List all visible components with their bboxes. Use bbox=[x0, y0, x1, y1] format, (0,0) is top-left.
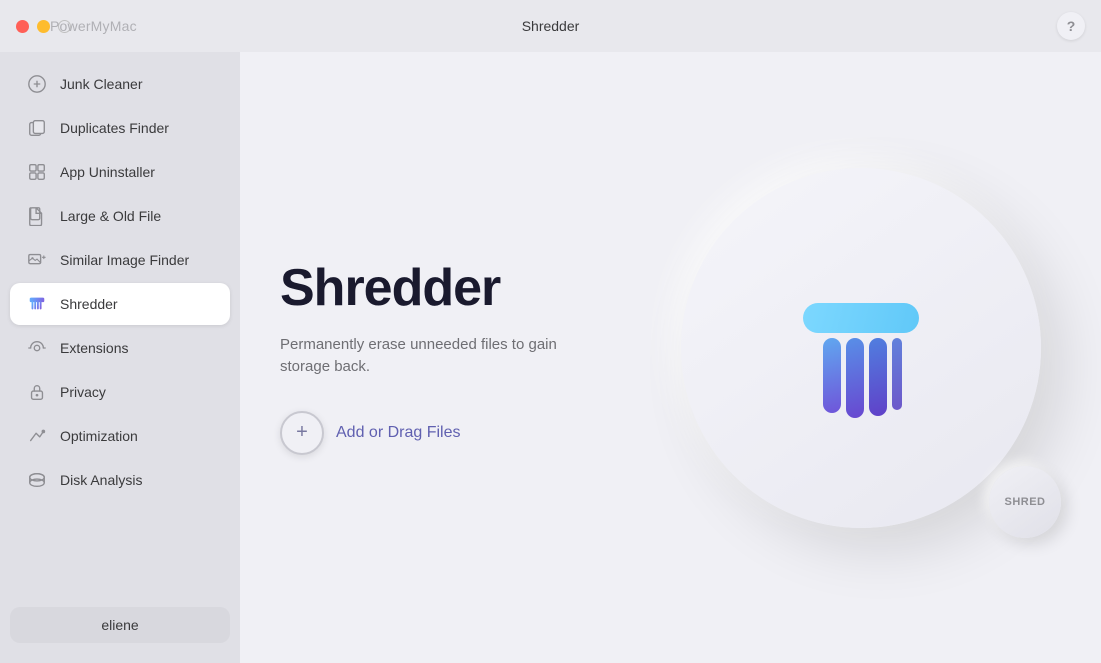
shred-button[interactable]: SHRED bbox=[989, 466, 1061, 538]
window-title: Shredder bbox=[522, 18, 580, 34]
sidebar-label-extensions: Extensions bbox=[60, 340, 128, 356]
sidebar-label-similar-image-finder: Similar Image Finder bbox=[60, 252, 189, 268]
junk-cleaner-icon bbox=[26, 73, 48, 95]
sidebar-item-similar-image-finder[interactable]: Similar Image Finder bbox=[10, 239, 230, 281]
sidebar-label-privacy: Privacy bbox=[60, 384, 106, 400]
app-name: PowerMyMac bbox=[50, 18, 137, 34]
optimization-icon bbox=[26, 425, 48, 447]
sidebar-item-disk-analysis[interactable]: Disk Analysis bbox=[10, 459, 230, 501]
sidebar-item-junk-cleaner[interactable]: Junk Cleaner bbox=[10, 63, 230, 105]
sidebar-item-privacy[interactable]: Privacy bbox=[10, 371, 230, 413]
shredder-icon bbox=[26, 293, 48, 315]
minimize-button[interactable] bbox=[37, 20, 50, 33]
sidebar: Junk Cleaner Duplicates Finder App U bbox=[0, 52, 240, 663]
feature-description: Permanently erase unneeded files to gain… bbox=[280, 334, 560, 379]
sidebar-item-large-old-file[interactable]: Large & Old File bbox=[10, 195, 230, 237]
feature-title: Shredder bbox=[280, 260, 680, 317]
sidebar-item-shredder[interactable]: Shredder bbox=[10, 283, 230, 325]
sidebar-label-shredder: Shredder bbox=[60, 296, 118, 312]
sidebar-item-duplicates-finder[interactable]: Duplicates Finder bbox=[10, 107, 230, 149]
sidebar-item-app-uninstaller[interactable]: App Uninstaller bbox=[10, 151, 230, 193]
titlebar: PowerMyMac Shredder ? bbox=[0, 0, 1101, 52]
duplicates-finder-icon bbox=[26, 117, 48, 139]
add-icon: + bbox=[280, 411, 324, 455]
app-uninstaller-icon bbox=[26, 161, 48, 183]
sidebar-label-app-uninstaller: App Uninstaller bbox=[60, 164, 155, 180]
sidebar-label-duplicates-finder: Duplicates Finder bbox=[60, 120, 169, 136]
shredder-illustration bbox=[761, 248, 961, 448]
add-files-button[interactable]: + Add or Drag Files bbox=[280, 411, 461, 455]
content-inner: Shredder Permanently erase unneeded file… bbox=[280, 168, 1061, 548]
user-button[interactable]: eliene bbox=[10, 607, 230, 643]
content-area: Shredder Permanently erase unneeded file… bbox=[240, 52, 1101, 663]
help-button[interactable]: ? bbox=[1057, 12, 1085, 40]
sidebar-label-optimization: Optimization bbox=[60, 428, 138, 444]
main-layout: Junk Cleaner Duplicates Finder App U bbox=[0, 52, 1101, 663]
sidebar-label-disk-analysis: Disk Analysis bbox=[60, 472, 142, 488]
sidebar-footer: eliene bbox=[0, 597, 240, 653]
privacy-icon bbox=[26, 381, 48, 403]
sidebar-item-extensions[interactable]: Extensions bbox=[10, 327, 230, 369]
sidebar-label-junk-cleaner: Junk Cleaner bbox=[60, 76, 143, 92]
sidebar-item-optimization[interactable]: Optimization bbox=[10, 415, 230, 457]
content-left: Shredder Permanently erase unneeded file… bbox=[280, 260, 680, 454]
large-old-file-icon bbox=[26, 205, 48, 227]
similar-image-finder-icon bbox=[26, 249, 48, 271]
sidebar-label-large-old-file: Large & Old File bbox=[60, 208, 161, 224]
close-button[interactable] bbox=[16, 20, 29, 33]
disk-analysis-icon bbox=[26, 469, 48, 491]
illustration-circle bbox=[681, 168, 1041, 528]
add-files-label: Add or Drag Files bbox=[336, 424, 461, 442]
extensions-icon bbox=[26, 337, 48, 359]
illustration-wrapper: SHRED bbox=[681, 168, 1061, 548]
